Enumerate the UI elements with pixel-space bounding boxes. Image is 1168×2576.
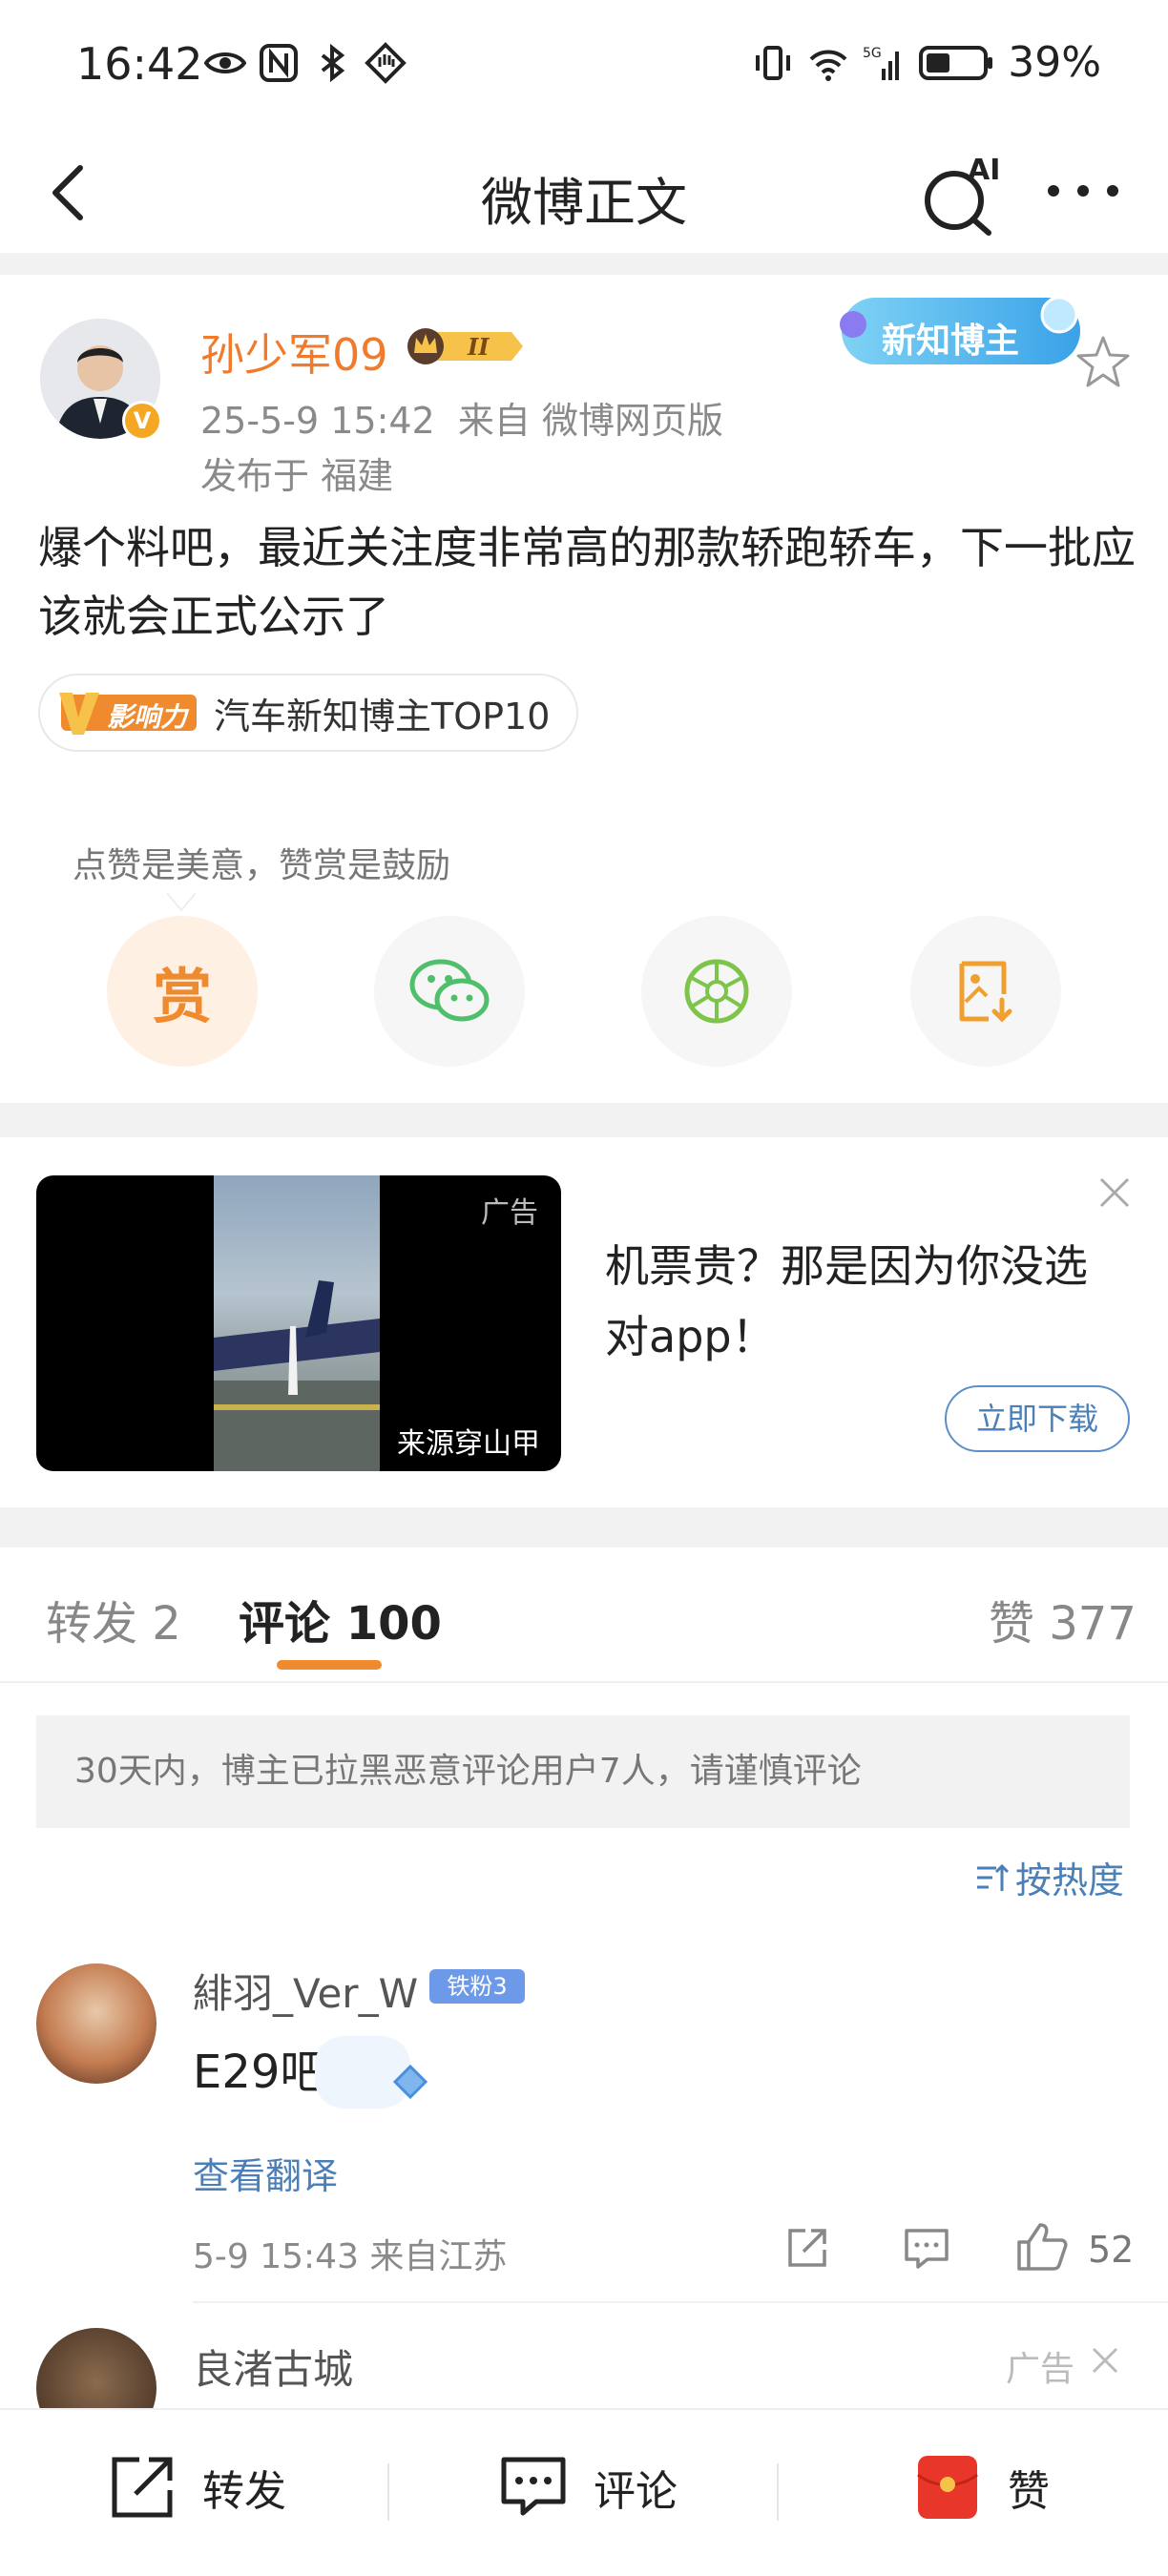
separator [387, 2463, 389, 2521]
ad-card[interactable]: 广告 来源穿山甲 机票贵？那是因为你没选对app！ 立即下载 [0, 1137, 1168, 1507]
close-icon[interactable] [1088, 2343, 1122, 2378]
sort-label: 按热度 [1015, 1859, 1125, 1901]
like-label: 赞 [1008, 2467, 1050, 2516]
like-icon[interactable] [1015, 2221, 1069, 2273]
like-count: 52 [1088, 2229, 1135, 2271]
divider [0, 1103, 1168, 1137]
reward-label: 赏 [152, 962, 212, 1031]
nfc-icon [260, 44, 298, 82]
view-translation-link[interactable]: 查看翻译 [193, 2147, 338, 2199]
save-image-icon [959, 961, 1012, 1023]
like-button[interactable]: 赞 [912, 2452, 1050, 2523]
ad-headline[interactable]: 机票贵？那是因为你没选对app！ [605, 1231, 1101, 1372]
repost-icon [112, 2457, 173, 2518]
top-nav-bar: 微博正文 AI [0, 134, 1168, 253]
comment-notice: 30天内，博主已拉黑恶意评论用户7人，请谨慎评论 [36, 1715, 1130, 1828]
airplane-image [214, 1280, 380, 1471]
comment-icon [501, 2457, 566, 2516]
share-moments-button[interactable] [641, 916, 792, 1067]
status-bar: 16:42 5G 39% [0, 0, 1168, 134]
tab-repost[interactable]: 转发 2 [46, 1586, 181, 1652]
status-time: 16:42 [76, 38, 203, 90]
post-location: 发布于 福建 [200, 455, 394, 497]
commenter-avatar[interactable] [36, 1963, 156, 2084]
fan-level-badge: 铁粉3 [429, 1969, 525, 2004]
divider [0, 1507, 1168, 1548]
comment-text: E29吧 [193, 2046, 326, 2099]
commenter-name[interactable]: 緋羽_Ver_W [193, 1962, 418, 2020]
ai-search-icon[interactable]: AI [918, 151, 1004, 237]
ad-source: 来源穿山甲 [397, 1427, 540, 1461]
new-blogger-label: 新知博主 [882, 322, 1020, 361]
comment-button[interactable]: 评论 [498, 2452, 678, 2523]
comment-divider [193, 2301, 1168, 2303]
sort-button[interactable]: 按热度 [971, 1851, 1124, 1903]
sort-icon [977, 1863, 1010, 1891]
influence-logo-text: 影响力 [107, 701, 188, 733]
tab-comments[interactable]: 评论 100 [239, 1586, 442, 1652]
interaction-tabs: 转发 2 评论 100 赞 377 [0, 1548, 1168, 1683]
influence-tag-text: 汽车新知博主TOP10 [214, 695, 551, 737]
ad-video-frame [214, 1175, 380, 1471]
ad-video[interactable]: 广告 来源穿山甲 [36, 1175, 561, 1471]
post-meta: 25-5-9 15:42 来自 微博网页版 [200, 400, 723, 442]
divider [0, 253, 1168, 275]
author-name[interactable]: 孙少军09 [200, 321, 388, 384]
tooltip-arrow [167, 893, 196, 912]
status-icons-left [204, 42, 407, 84]
separator [777, 2463, 779, 2521]
reward-button[interactable]: 赏 [107, 916, 258, 1067]
active-tab-indicator [277, 1660, 382, 1670]
status-icons-right: 5G 39% [752, 38, 1101, 87]
download-button[interactable]: 立即下载 [945, 1385, 1130, 1452]
more-options-icon[interactable] [1040, 162, 1126, 219]
repost-button[interactable]: 转发 [107, 2452, 286, 2523]
ad-label: 广告 [481, 1196, 538, 1230]
battery-icon [919, 45, 993, 80]
wechat-icon [409, 959, 490, 1022]
moments-icon [684, 959, 749, 1024]
ai-label: AI [968, 154, 1000, 187]
level-text: II [467, 333, 490, 361]
verified-badge: V [122, 401, 162, 441]
vibrate-icon [756, 45, 791, 80]
signal-5g-icon: 5G [863, 46, 900, 80]
repost-icon[interactable] [784, 2225, 830, 2271]
repost-label: 转发 [202, 2467, 286, 2516]
wifi-icon [809, 50, 847, 81]
bottom-action-bar: 转发 评论 赞 [0, 2408, 1168, 2576]
commenter-name[interactable]: 良渚古城 [193, 2337, 353, 2396]
close-icon[interactable] [1095, 1174, 1134, 1212]
reply-icon[interactable] [903, 2227, 950, 2271]
share-wechat-button[interactable] [374, 916, 525, 1067]
eye-icon [204, 52, 246, 73]
new-blogger-badge[interactable]: 新知博主 [832, 277, 1090, 382]
svg-text:5G: 5G [863, 46, 882, 61]
red-envelope-like-icon [917, 2456, 978, 2519]
crown-level-badge: II [407, 328, 523, 364]
hand-icon [365, 42, 407, 84]
save-image-button[interactable] [910, 916, 1061, 1067]
favorite-star-icon[interactable] [1073, 332, 1134, 393]
tab-likes[interactable]: 赞 377 [989, 1586, 1137, 1652]
weibo-post: V 孙少军09 II 新知博主 25-5-9 15:42 来自 微博网页版 发布… [0, 275, 1168, 1103]
comment-meta: 5-9 15:43 来自江苏 [193, 2237, 508, 2276]
ad-label: 广告 [1006, 2350, 1075, 2389]
bluetooth-icon [321, 43, 345, 83]
battery-percent: 39% [1008, 38, 1101, 87]
reward-tip: 点赞是美意，赞赏是鼓励 [55, 828, 469, 904]
author-avatar[interactable]: V [40, 319, 162, 441]
comment-label: 评论 [594, 2467, 678, 2516]
influence-tag[interactable]: 影响力 汽车新知博主TOP10 [38, 674, 579, 752]
post-body: 爆个料吧，最近关注度非常高的那款轿跑轿车，下一批应该就会正式公示了 [38, 522, 1136, 642]
diamond-icon [315, 2036, 428, 2109]
